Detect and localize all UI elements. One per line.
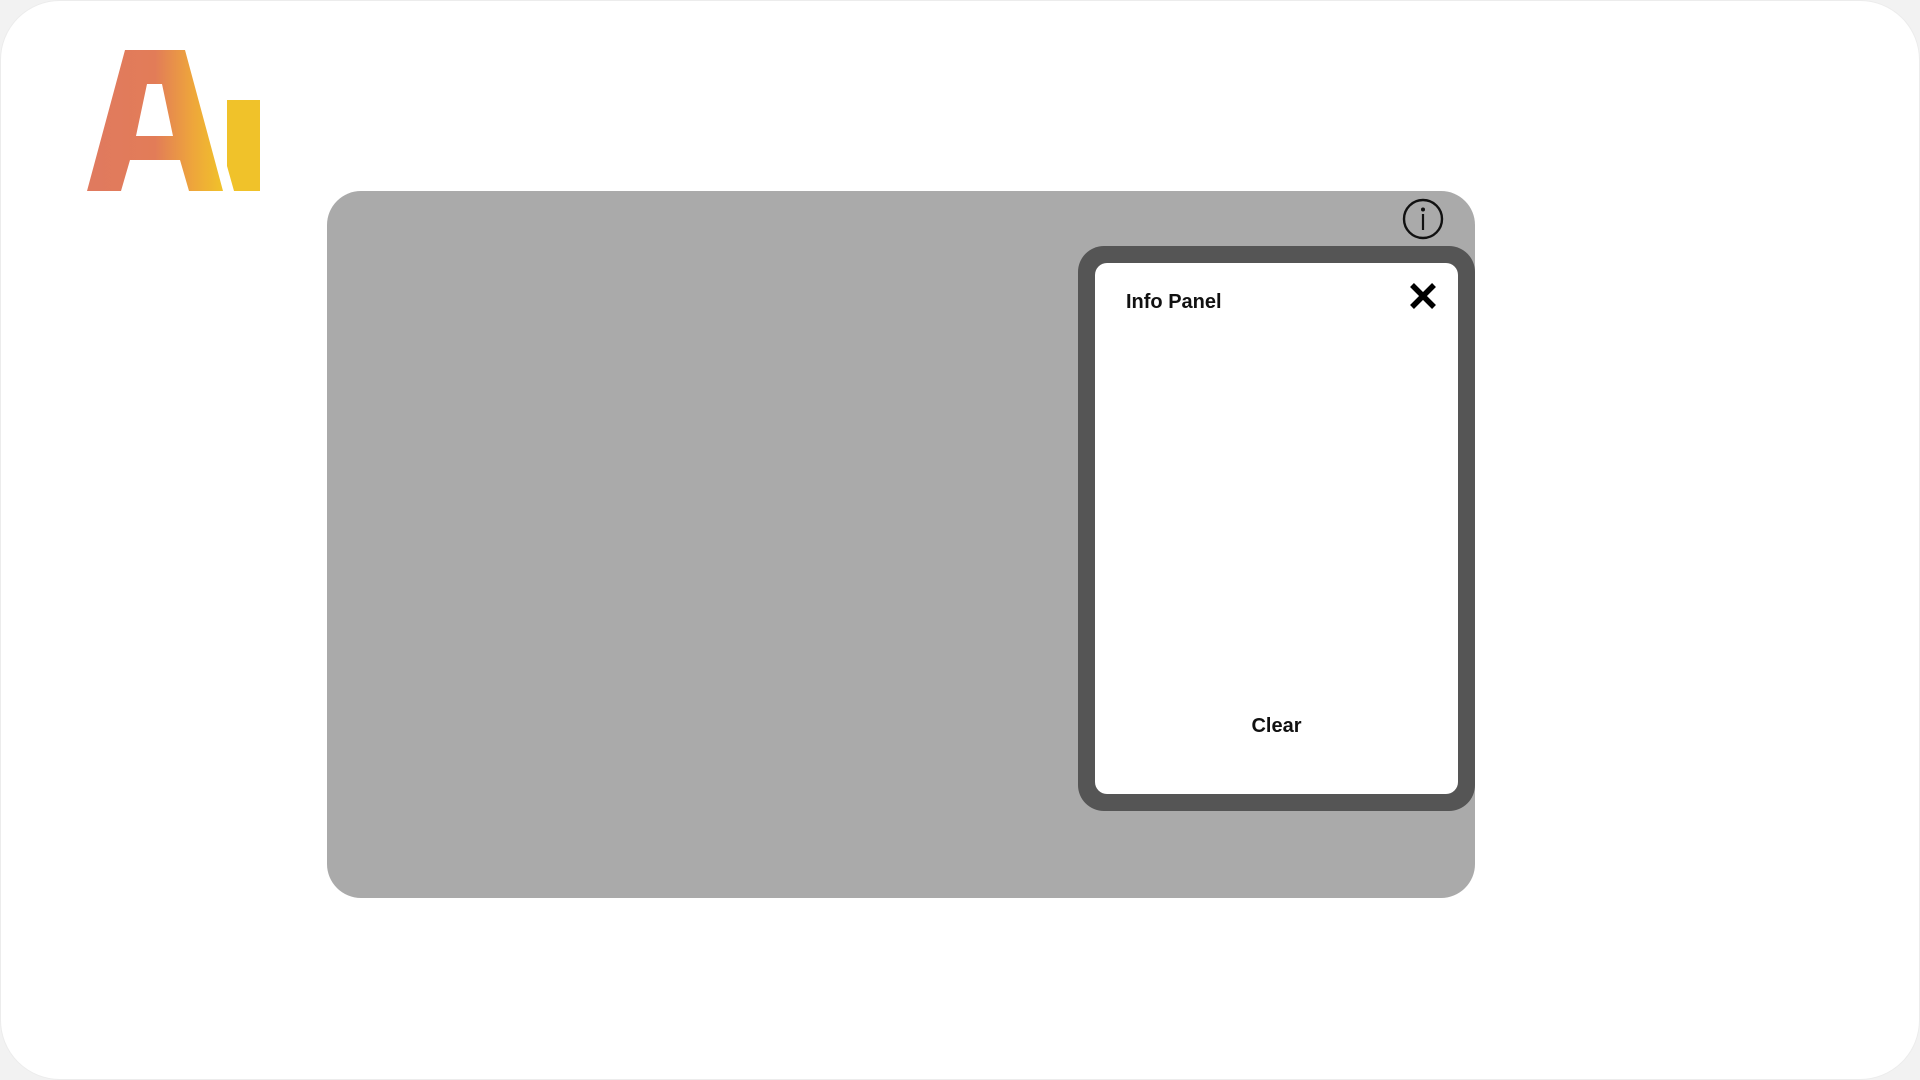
info-panel-body: Info Panel Clear (1095, 263, 1458, 794)
info-circle-icon[interactable] (1402, 198, 1444, 240)
app-frame: Info Panel Clear (0, 0, 1920, 1080)
info-panel-title: Info Panel (1126, 291, 1222, 313)
ai-logo-icon (87, 50, 260, 191)
clear-button[interactable]: Clear (1241, 711, 1311, 742)
info-panel: Info Panel Clear (1078, 246, 1475, 811)
close-icon[interactable] (1408, 281, 1438, 311)
